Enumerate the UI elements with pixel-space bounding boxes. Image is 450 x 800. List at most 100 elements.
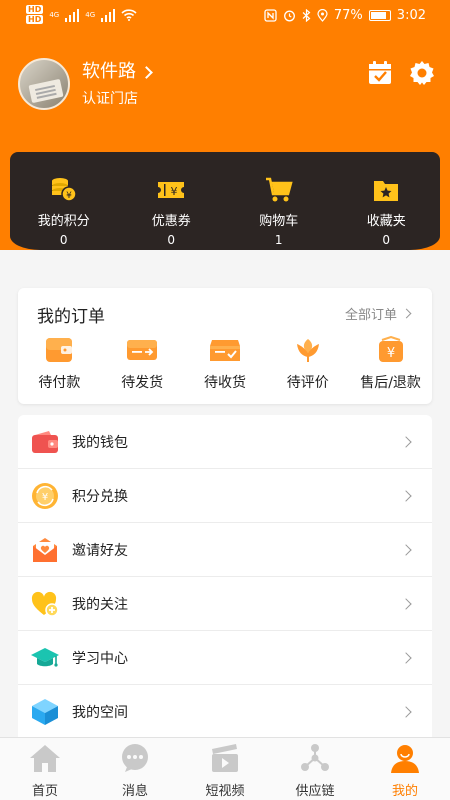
- menu-label: 我的空间: [72, 705, 128, 721]
- chevron-right-icon: [140, 65, 153, 79]
- svg-text:¥: ¥: [171, 185, 178, 198]
- nav-short-video[interactable]: 短视频: [180, 738, 270, 800]
- hd-badge: HD: [26, 15, 44, 24]
- invite-friends-icon: [30, 535, 60, 565]
- message-icon: [118, 742, 152, 774]
- location-icon: [317, 9, 328, 22]
- settings-gear-icon[interactable]: [408, 59, 436, 87]
- coins-icon: ¥: [50, 176, 78, 204]
- stat-coupons[interactable]: ¥ 优惠券 0: [118, 152, 226, 250]
- order-pending-review[interactable]: 待评价: [266, 336, 349, 392]
- all-orders-link[interactable]: 全部订单: [344, 304, 412, 323]
- stat-value: 0: [382, 233, 391, 247]
- nav-label: 供应链: [295, 784, 335, 799]
- stat-points[interactable]: ¥ 我的积分 0: [10, 152, 118, 250]
- order-after-sales[interactable]: ¥ 售后/退款: [349, 336, 432, 392]
- net-type: 4G: [85, 11, 96, 19]
- menu-label: 学习中心: [72, 650, 128, 667]
- alarm-icon: [283, 10, 295, 22]
- favorites-folder-icon: [372, 176, 400, 204]
- calendar-check-icon[interactable]: [366, 59, 394, 87]
- ship-pending-icon: [126, 336, 158, 364]
- orders-title: 我的订单: [37, 307, 105, 327]
- stat-value: 0: [167, 233, 176, 247]
- chevron-right-icon: [400, 435, 412, 448]
- chevron-right-icon: [400, 489, 412, 502]
- menu-item-wallet[interactable]: 我的钱包: [18, 415, 432, 469]
- stat-value: 0: [59, 233, 68, 247]
- menu-item-points-exchange[interactable]: ¥ 积分兑换: [18, 469, 432, 523]
- profile-icon: [388, 742, 422, 774]
- all-orders-label: 全部订单: [344, 308, 397, 323]
- supply-chain-icon: [298, 742, 332, 774]
- bluetooth-icon: [302, 9, 311, 22]
- review-pending-icon: [292, 336, 324, 364]
- refund-icon: ¥: [375, 336, 407, 364]
- status-bar: HD HD 4G 4G 77% 3:02: [0, 0, 450, 32]
- svg-text:¥: ¥: [42, 492, 48, 503]
- nav-mine[interactable]: 我的: [360, 738, 450, 800]
- nav-label: 短视频: [205, 784, 245, 799]
- stat-favorites[interactable]: 收藏夹 0: [333, 152, 441, 250]
- stat-label: 收藏夹: [366, 214, 406, 229]
- coupon-icon: ¥: [157, 176, 185, 204]
- cart-icon: [265, 176, 293, 204]
- nav-messages[interactable]: 消息: [90, 738, 180, 800]
- hd-badge: HD: [26, 5, 44, 14]
- stats-card: ¥ 我的积分 0 ¥ 优惠券 0 购物车 1 收藏夹 0: [10, 152, 440, 250]
- graduation-cap-icon: [30, 643, 60, 673]
- menu-item-invite[interactable]: 邀请好友: [18, 523, 432, 577]
- menu-list: 我的钱包 ¥ 积分兑换 邀请好友 我的关注 学习中心 我的空间: [18, 415, 432, 737]
- menu-label: 邀请好友: [72, 542, 128, 559]
- stat-value: 1: [274, 233, 283, 247]
- wallet-pending-icon: [43, 336, 75, 364]
- order-label: 待发货: [121, 375, 164, 391]
- clock: 3:02: [396, 8, 426, 23]
- net-type: 4G: [49, 11, 60, 19]
- nfc-icon: [264, 9, 277, 22]
- chevron-right-icon: [401, 308, 412, 319]
- system-indicators: 77% 3:02: [264, 8, 426, 23]
- order-label: 待付款: [38, 375, 81, 391]
- menu-label: 我的钱包: [72, 434, 128, 451]
- menu-label: 积分兑换: [72, 488, 128, 505]
- shop-name[interactable]: 软件路: [82, 60, 136, 84]
- order-label: 待收货: [203, 375, 246, 391]
- orders-card: 我的订单 全部订单 待付款 待发货 待收货 待评价 ¥ 售后/退款: [18, 288, 432, 404]
- chevron-right-icon: [400, 706, 412, 718]
- svg-text:¥: ¥: [66, 191, 72, 201]
- points-exchange-icon: ¥: [30, 481, 60, 511]
- home-icon: [28, 742, 62, 774]
- stat-label: 我的积分: [37, 214, 90, 229]
- order-pending-receipt[interactable]: 待收货: [184, 336, 267, 392]
- menu-item-follow[interactable]: 我的关注: [18, 577, 432, 631]
- wifi-icon: [121, 9, 137, 21]
- order-pending-shipment[interactable]: 待发货: [101, 336, 184, 392]
- menu-label: 我的关注: [72, 596, 128, 613]
- menu-item-learning[interactable]: 学习中心: [18, 631, 432, 685]
- nav-label: 我的: [391, 784, 418, 799]
- cube-icon: [30, 697, 60, 727]
- nav-home[interactable]: 首页: [0, 738, 90, 800]
- nav-supply-chain[interactable]: 供应链: [270, 738, 360, 800]
- follow-heart-icon: [30, 589, 60, 619]
- chevron-right-icon: [400, 651, 412, 664]
- nav-label: 首页: [31, 784, 58, 799]
- certified-store-tag: 认证门店: [82, 91, 138, 107]
- wallet-icon: [30, 427, 60, 457]
- battery-percent: 77%: [333, 8, 363, 23]
- network-indicators: HD HD 4G 4G: [26, 5, 137, 25]
- order-label: 待评价: [286, 375, 329, 391]
- chevron-right-icon: [400, 543, 412, 556]
- video-icon: [208, 742, 242, 774]
- menu-item-space[interactable]: 我的空间: [18, 685, 432, 737]
- profile-block[interactable]: 软件路 认证门店: [18, 58, 153, 110]
- stat-cart[interactable]: 购物车 1: [225, 152, 333, 250]
- avatar[interactable]: [18, 58, 70, 110]
- order-label: 售后/退款: [360, 375, 421, 391]
- nav-label: 消息: [121, 784, 148, 799]
- stat-label: 优惠券: [151, 214, 191, 229]
- battery-icon: [368, 10, 391, 21]
- chevron-right-icon: [400, 597, 412, 610]
- order-pending-payment[interactable]: 待付款: [18, 336, 101, 392]
